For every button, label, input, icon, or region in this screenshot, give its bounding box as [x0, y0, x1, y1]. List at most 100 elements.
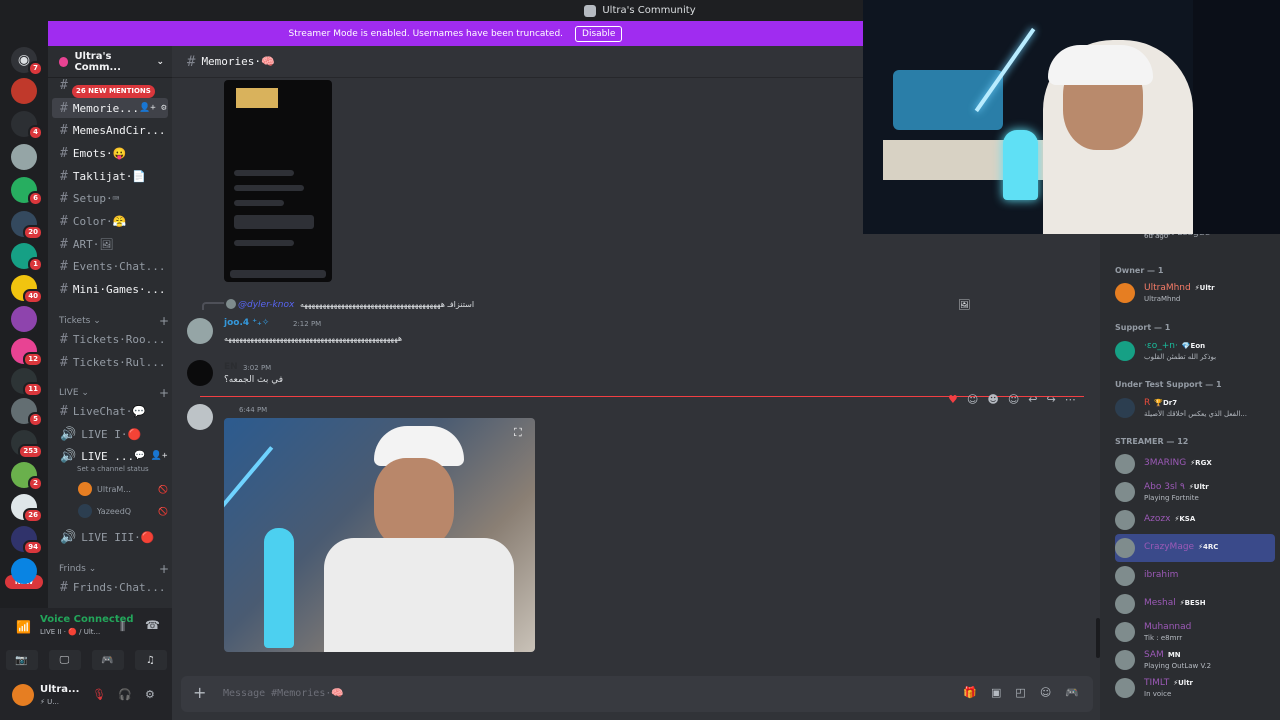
member-name: CrazyMage ⚡4RC — [1144, 542, 1218, 552]
server-icon[interactable]: 11 — [11, 368, 43, 397]
channel-livechat[interactable]: # LiveChat·💬 — [52, 401, 168, 421]
server-icon[interactable]: 40 — [11, 275, 43, 304]
channel-item[interactable]: # Emots·😛 — [52, 143, 168, 163]
message-composer[interactable]: + Message #Memories·🧠 🎁 ▣ ◰ ☺ 🎮 — [181, 676, 1093, 712]
channel-item[interactable]: # MemesAndCir... — [52, 121, 168, 141]
video-attachment[interactable]: ⛶ — [224, 418, 535, 652]
member-item[interactable]: TIMLT ⚡Ultr In voice — [1115, 674, 1275, 702]
expand-icon[interactable]: ⛶ — [514, 426, 522, 440]
add-channel-icon[interactable]: + — [159, 314, 169, 328]
reply-mention[interactable]: @dyler-knox — [238, 300, 294, 310]
voice-connected-channel[interactable]: LIVE II · 🔴 / Ult... — [40, 628, 100, 636]
channel-item[interactable]: # Taklijat·📄 — [52, 166, 168, 186]
heart-reaction-icon[interactable]: ♥ — [948, 393, 958, 406]
reply-text[interactable]: استنزافـ ههههههههههههههههههههههههههههههه… — [300, 300, 940, 309]
avatar[interactable] — [187, 318, 213, 344]
server-icon[interactable]: 94 — [11, 526, 43, 555]
message-input[interactable]: Message #Memories·🧠 — [223, 688, 344, 699]
mic-muted-icon[interactable]: 🎙 — [92, 688, 106, 701]
add-channel-icon[interactable]: + — [159, 562, 169, 576]
disable-streamer-mode-button[interactable]: Disable — [575, 25, 623, 42]
screen-share-icon[interactable]: 🖵 — [48, 650, 81, 670]
avatar[interactable] — [187, 404, 213, 430]
server-icon[interactable] — [11, 558, 37, 584]
member-name: TIMLT ⚡Ultr — [1144, 678, 1193, 688]
sticker-icon[interactable]: ◰ — [1015, 686, 1025, 699]
author-name[interactable]: EN — [224, 362, 238, 372]
voice-channel-live-3[interactable]: 🔊 LIVE III·🔴 — [52, 527, 168, 547]
avatar[interactable] — [12, 684, 34, 706]
author-name[interactable]: joo.4 ⁺₊✧ — [224, 318, 269, 328]
server-icon[interactable]: 1 — [11, 243, 43, 272]
member-item[interactable]: 3MARING ⚡RGX — [1115, 450, 1275, 478]
reaction-icon[interactable]: ☻ — [987, 393, 998, 406]
reaction-icon[interactable]: ☺ — [967, 393, 978, 406]
channel-friends-chat[interactable]: # Frinds·Chat... — [52, 577, 168, 597]
server-icon[interactable]: 253 — [11, 430, 43, 459]
channel-item[interactable]: # Mini·Games·... — [52, 280, 168, 300]
activity-icon[interactable]: 🎮 — [91, 650, 124, 670]
member-item[interactable]: Azozx ⚡KSA — [1115, 506, 1275, 534]
server-icon[interactable]: 6 — [11, 177, 43, 206]
member-item[interactable]: SAM MN Playing OutLaw V.2 — [1115, 646, 1275, 674]
channel-item[interactable]: # Memorie... 👤+ ⚙ — [52, 98, 168, 118]
member-item[interactable]: ibrahim — [1115, 562, 1275, 590]
server-icon[interactable] — [11, 144, 37, 170]
server-icon[interactable] — [11, 306, 37, 332]
server-icon[interactable]: 5 — [11, 398, 43, 427]
camera-off-icon[interactable]: 📷 — [5, 650, 38, 670]
new-mentions-pill[interactable]: 26 NEW MENTIONS — [72, 85, 155, 98]
channel-tickets-room[interactable]: # Tickets·Roo... — [52, 329, 168, 349]
voice-user[interactable]: YazeedQ 🚫 — [78, 504, 168, 518]
avatar — [78, 482, 92, 496]
server-name-header[interactable]: Ultra's Comm... ⌄ — [48, 46, 172, 78]
upload-plus-icon[interactable]: + — [193, 683, 206, 702]
apps-icon[interactable]: 🎮 — [1065, 686, 1079, 699]
server-icon[interactable]: 2 — [11, 462, 43, 491]
server-icon[interactable] — [11, 78, 37, 104]
channel-item[interactable]: # Events·Chat... — [52, 257, 168, 277]
noise-suppression-icon[interactable]: ⫼ — [120, 620, 125, 634]
member-item[interactable]: R 🏆Dr7 الفعل الذي يعكس أخلاقك الأصيلة... — [1115, 394, 1275, 422]
member-item[interactable]: Meshal ⚡BESH — [1115, 590, 1275, 618]
channel-tickets-rules[interactable]: # Tickets·Rul... — [52, 352, 168, 372]
gif-icon[interactable]: ▣ — [991, 686, 1001, 699]
user-name[interactable]: Ultra... — [40, 684, 79, 695]
channel-tools-icon[interactable]: 💬 👤+ ⚙ — [134, 451, 168, 461]
member-item[interactable]: CrazyMage ⚡4RC — [1115, 534, 1275, 562]
category-live[interactable]: LIVE ⌄ + — [59, 386, 169, 400]
gift-icon[interactable]: 🎁 — [963, 686, 977, 699]
set-channel-status[interactable]: Set a channel status — [77, 465, 149, 473]
forward-icon[interactable]: ↪ — [1047, 393, 1056, 406]
member-item[interactable]: Muhannad Tik : e8mrr — [1115, 618, 1275, 646]
image-attachment[interactable] — [224, 80, 332, 282]
soundboard-icon[interactable]: ♫ — [134, 650, 167, 670]
hash-icon: # — [187, 53, 196, 70]
server-icon[interactable]: 20 — [11, 211, 43, 240]
voice-channel-live-1[interactable]: 🔊 LIVE I·🔴 — [52, 424, 168, 444]
member-item[interactable]: Abo 3sl ٩ ⚡Ultr Playing Fortnite — [1115, 478, 1275, 506]
disconnect-icon[interactable]: ☎ — [145, 618, 160, 632]
category-tickets[interactable]: Tickets ⌄ + — [59, 314, 169, 328]
emoji-icon[interactable]: ☺ — [1040, 686, 1051, 699]
channel-settings-icon[interactable]: 👤+ ⚙ — [139, 103, 166, 113]
add-channel-icon[interactable]: + — [159, 386, 169, 400]
server-icon[interactable]: 4 — [11, 111, 43, 140]
more-icon[interactable]: ⋯ — [1065, 393, 1076, 406]
channel-item[interactable]: # Setup·⌨ — [52, 189, 168, 209]
deafen-icon[interactable]: 🎧 — [118, 688, 132, 701]
reply-icon[interactable]: ↩ — [1028, 393, 1037, 406]
avatar[interactable] — [187, 360, 213, 386]
member-item[interactable]: UltraMhnd ⚡Ultr UltraMhnd — [1115, 279, 1275, 307]
direct-messages-icon[interactable]: ◉ 7 — [11, 47, 43, 76]
server-icon[interactable]: 12 — [11, 338, 43, 367]
voice-user[interactable]: UltraM... 🚫 — [78, 482, 168, 496]
channel-item[interactable]: # ART·🖼 — [52, 234, 168, 254]
category-friends[interactable]: Frinds ⌄ + — [59, 562, 169, 576]
voice-channel-live-2[interactable]: 🔊 LIVE ...💬 👤+ ⚙ — [52, 446, 168, 466]
server-icon[interactable]: 26 — [11, 494, 43, 523]
channel-item[interactable]: # Color·😤 — [52, 212, 168, 232]
member-item[interactable]: ·ɛo_+n· 💎Eon بوذكر الله تطمئن القلوب — [1115, 337, 1275, 365]
add-reaction-icon[interactable]: ☺ — [1008, 393, 1019, 406]
gear-icon[interactable]: ⚙ — [145, 688, 155, 701]
